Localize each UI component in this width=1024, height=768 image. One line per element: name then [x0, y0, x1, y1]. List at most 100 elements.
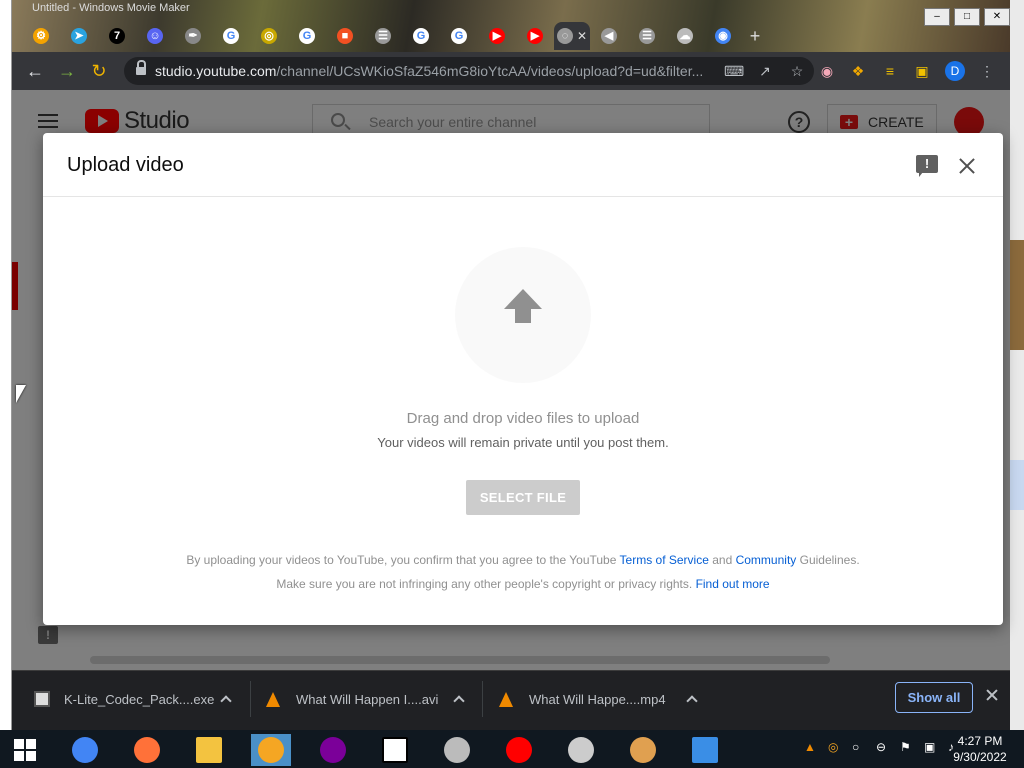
- browser-tab[interactable]: ⚙: [22, 22, 60, 50]
- taskbar-video-reel[interactable]: [561, 734, 601, 766]
- minimize-button[interactable]: –: [924, 8, 950, 26]
- network-tray-icon[interactable]: ▣: [924, 740, 935, 754]
- share-icon[interactable]: ↗: [756, 62, 774, 80]
- flag-tray-icon[interactable]: ⚑: [900, 740, 911, 754]
- vlc-tray-icon[interactable]: ▲: [804, 740, 816, 754]
- extensions-puzzle-icon[interactable]: ❖: [848, 61, 868, 81]
- terms-prefix: By uploading your videos to YouTube, you…: [186, 553, 620, 567]
- clock-date: 9/30/2022: [953, 750, 1007, 764]
- chevron-up-icon[interactable]: [686, 695, 698, 707]
- browser-tab[interactable]: ✒: [174, 22, 212, 50]
- taskbar-youtube[interactable]: [499, 734, 539, 766]
- download-item[interactable]: What Will Happen I....avi: [266, 671, 438, 727]
- youtube-logo-icon[interactable]: [85, 109, 119, 133]
- maximize-button[interactable]: □: [954, 8, 980, 26]
- desktop-window-strip: [1010, 460, 1024, 510]
- browser-toolbar: ← → ↻ studio.youtube.com/channel/UCsWKio…: [12, 52, 1010, 90]
- browser-tab[interactable]: ➤: [60, 22, 98, 50]
- dialog-title: Upload video: [67, 154, 184, 176]
- dialog-header: Upload video: [43, 133, 1003, 197]
- feedback-icon[interactable]: [916, 155, 938, 177]
- generic-favicon-icon: ☰: [639, 28, 655, 44]
- horizontal-scrollbar[interactable]: [90, 656, 830, 664]
- browser-tab[interactable]: ☰: [364, 22, 402, 50]
- browser-tab[interactable]: ☰: [628, 22, 666, 50]
- browser-tab[interactable]: ☁: [666, 22, 704, 50]
- browser-tab[interactable]: ◉: [704, 22, 742, 50]
- download-item[interactable]: What Will Happe....mp4: [499, 671, 666, 727]
- chevron-up-icon[interactable]: [220, 695, 232, 707]
- forward-icon[interactable]: →: [56, 60, 78, 82]
- close-tab-icon[interactable]: ✕: [577, 29, 587, 43]
- 7-favicon-icon: 7: [109, 28, 125, 44]
- taskbar-settings-gear[interactable]: [437, 734, 477, 766]
- download-item[interactable]: K-Lite_Codec_Pack....exe: [34, 671, 214, 727]
- show-all-button[interactable]: Show all: [895, 682, 973, 713]
- taskbar-file-explorer[interactable]: [189, 734, 229, 766]
- reload-icon[interactable]: ↻: [88, 60, 110, 82]
- browser-tab[interactable]: ◀: [590, 22, 628, 50]
- taskbar-search-app[interactable]: [251, 734, 291, 766]
- terms-of-service-link[interactable]: Terms of Service: [620, 553, 709, 567]
- chrome-icon: [72, 737, 98, 763]
- upload-drop-zone[interactable]: [455, 247, 591, 383]
- taskbar-7zip[interactable]: [375, 734, 415, 766]
- browser-tab[interactable]: ▶: [478, 22, 516, 50]
- browser-tab[interactable]: ■: [326, 22, 364, 50]
- menu-kebab-icon[interactable]: ⋮: [977, 61, 997, 81]
- close-downloads-icon[interactable]: [985, 688, 999, 702]
- mouse-cursor: [16, 385, 26, 403]
- sidebar-icon[interactable]: ▣: [912, 61, 932, 81]
- send-feedback-icon[interactable]: !: [38, 626, 58, 644]
- find-out-more-link[interactable]: Find out more: [696, 577, 770, 591]
- address-bar[interactable]: studio.youtube.com/channel/UCsWKioSfaZ54…: [124, 57, 814, 85]
- browser-tab[interactable]: G: [288, 22, 326, 50]
- browser-tab[interactable]: ◌ ✕: [554, 22, 590, 50]
- browser-tab[interactable]: 7: [98, 22, 136, 50]
- browser-tab[interactable]: G: [212, 22, 250, 50]
- microsoft-favicon-icon: ■: [337, 28, 353, 44]
- circle-tray-icon[interactable]: ○: [852, 740, 859, 754]
- search-tray-icon[interactable]: ◎: [828, 740, 838, 754]
- community-link[interactable]: Community: [736, 553, 797, 567]
- windows-taskbar: ▲ ◎ ○ ⊖ ⚑ ▣ ♪ 4:27 PM 9/30/2022: [0, 730, 1024, 768]
- translate-icon[interactable]: ⌨: [724, 62, 744, 80]
- bookmark-star-icon[interactable]: ☆: [788, 62, 806, 80]
- profile-avatar[interactable]: D: [945, 61, 965, 81]
- taskbar-notepad[interactable]: [685, 734, 725, 766]
- download-filename: What Will Happe....mp4: [529, 691, 666, 707]
- hamburger-menu-icon[interactable]: [38, 114, 58, 128]
- terms-and: and: [708, 553, 736, 567]
- select-file-button[interactable]: SELECT FILE: [466, 480, 580, 515]
- system-clock[interactable]: 4:27 PM 9/30/2022: [940, 733, 1020, 765]
- extension-flag-icon[interactable]: ◉: [817, 61, 837, 81]
- back-icon[interactable]: ←: [24, 60, 46, 82]
- audio-favicon-icon: ◀: [601, 28, 617, 44]
- windows-start-icon[interactable]: [14, 739, 36, 761]
- new-tab-icon[interactable]: +: [742, 26, 768, 47]
- settings-gear-icon: [444, 737, 470, 763]
- cloud-favicon-icon: ☁: [677, 28, 693, 44]
- desktop-right-edge: [1010, 0, 1024, 730]
- close-window-button[interactable]: ✕: [984, 8, 1010, 26]
- close-icon[interactable]: [956, 155, 978, 177]
- minus-tray-icon[interactable]: ⊖: [876, 740, 886, 754]
- window-controls: – □ ✕: [924, 8, 1010, 26]
- browser-tab[interactable]: ▶: [516, 22, 554, 50]
- browser-tab[interactable]: G: [402, 22, 440, 50]
- browser-tab[interactable]: ☺: [136, 22, 174, 50]
- create-label: CREATE: [868, 114, 924, 130]
- taskbar-chrome[interactable]: [65, 734, 105, 766]
- browser-tab[interactable]: G: [440, 22, 478, 50]
- media-queue-icon[interactable]: ≡: [880, 61, 900, 81]
- help-icon[interactable]: ?: [788, 111, 810, 133]
- create-video-icon: +: [840, 115, 858, 129]
- clock-time: 4:27 PM: [957, 734, 1003, 748]
- taskbar-firefox[interactable]: [127, 734, 167, 766]
- taskbar-paint[interactable]: [623, 734, 663, 766]
- chevron-up-icon[interactable]: [453, 695, 465, 707]
- browser-tab[interactable]: ◎: [250, 22, 288, 50]
- taskbar-yahoo-messenger[interactable]: [313, 734, 353, 766]
- privacy-note: Your videos will remain private until yo…: [377, 435, 669, 450]
- studio-logo-text: Studio: [124, 107, 190, 134]
